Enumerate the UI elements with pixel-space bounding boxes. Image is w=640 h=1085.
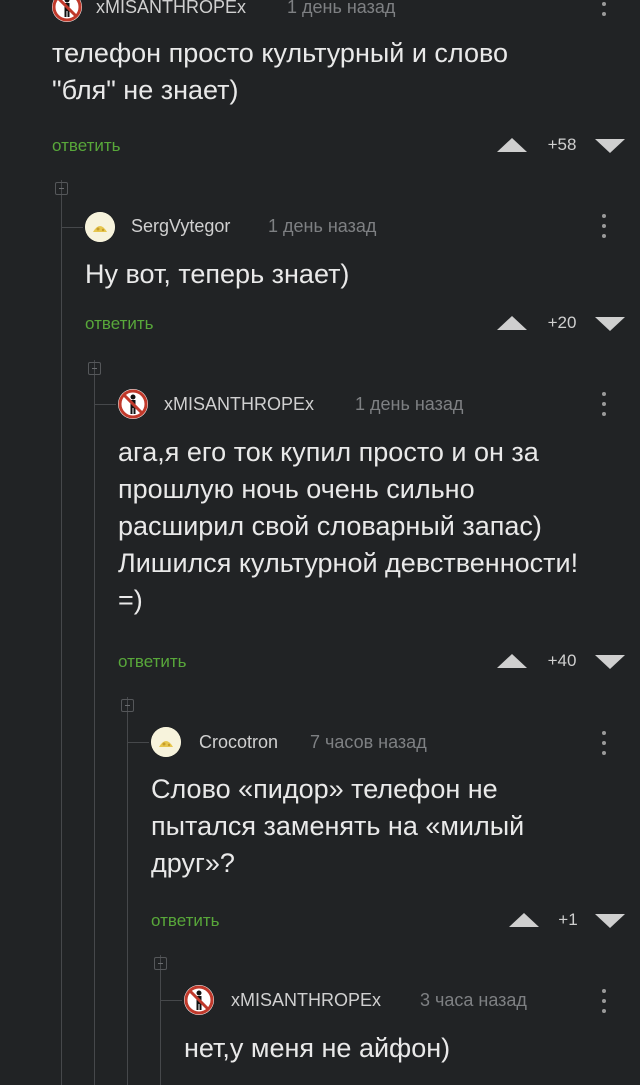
reply-link[interactable]: ответить <box>52 136 121 156</box>
upvote-arrow-icon[interactable] <box>497 138 527 152</box>
no-entry-man-icon[interactable] <box>52 0 82 22</box>
comment-time: 7 часов назад <box>310 732 427 752</box>
reply-link[interactable]: ответить <box>118 652 187 672</box>
upvote-arrow-icon[interactable] <box>509 913 539 927</box>
default-avatar-icon[interactable] <box>85 212 115 242</box>
downvote-arrow-icon[interactable] <box>595 139 625 153</box>
more-options-icon[interactable] <box>601 2 607 22</box>
downvote-arrow-icon[interactable] <box>595 914 625 928</box>
reply-link[interactable]: ответить <box>85 314 154 334</box>
comment-text: ага,я его ток купил просто и он за прошл… <box>118 437 579 615</box>
comment-author[interactable]: SergVytegor <box>131 216 230 237</box>
comment-rating: +20 <box>547 313 577 332</box>
no-entry-man-icon[interactable] <box>184 985 214 1015</box>
thread-connector <box>61 227 83 228</box>
more-options-icon[interactable] <box>601 214 607 244</box>
more-options-icon[interactable] <box>601 989 607 1019</box>
thread-connector <box>127 742 149 743</box>
downvote-arrow-icon[interactable] <box>595 317 625 331</box>
thread-branch-line <box>61 180 62 1085</box>
more-options-icon[interactable] <box>601 731 607 761</box>
thread-connector <box>94 404 116 405</box>
thread-branch-line <box>127 697 128 1085</box>
comment-author[interactable]: xMISANTHROPEx <box>164 394 314 415</box>
default-avatar-icon[interactable] <box>151 727 181 757</box>
comment-time: 1 день назад <box>268 216 377 236</box>
upvote-arrow-icon[interactable] <box>497 654 527 668</box>
downvote-arrow-icon[interactable] <box>595 655 625 669</box>
comment-rating: +1 <box>558 910 578 929</box>
more-options-icon[interactable] <box>601 392 607 422</box>
comment-time: 1 день назад <box>287 0 396 17</box>
comment-author[interactable]: xMISANTHROPEx <box>231 990 381 1011</box>
upvote-arrow-icon[interactable] <box>497 316 527 330</box>
comment-author[interactable]: Crocotron <box>199 732 278 753</box>
reply-link[interactable]: ответить <box>151 911 220 931</box>
collapse-toggle[interactable] <box>55 182 68 195</box>
comment-author[interactable]: xMISANTHROPEx <box>96 0 246 18</box>
comment-text: телефон просто культурный и слово "бля" … <box>52 38 509 105</box>
comment-rating: +40 <box>547 651 577 670</box>
no-entry-man-icon[interactable] <box>118 389 148 419</box>
comment-rating: +58 <box>547 135 577 154</box>
comment-text: Слово «пидор» телефон не пытался заменят… <box>151 774 525 878</box>
comment-time: 1 день назад <box>355 394 464 414</box>
thread-branch-line <box>94 360 95 1085</box>
collapse-toggle[interactable] <box>121 699 134 712</box>
comment-time: 3 часа назад <box>420 990 527 1010</box>
thread-branch-line <box>160 955 161 1085</box>
comment-text: нет,у меня не айфон) <box>184 1033 451 1063</box>
thread-connector <box>160 1000 182 1001</box>
collapse-toggle[interactable] <box>154 957 167 970</box>
collapse-toggle[interactable] <box>88 362 101 375</box>
comment-text: Ну вот, теперь знает) <box>85 259 350 289</box>
